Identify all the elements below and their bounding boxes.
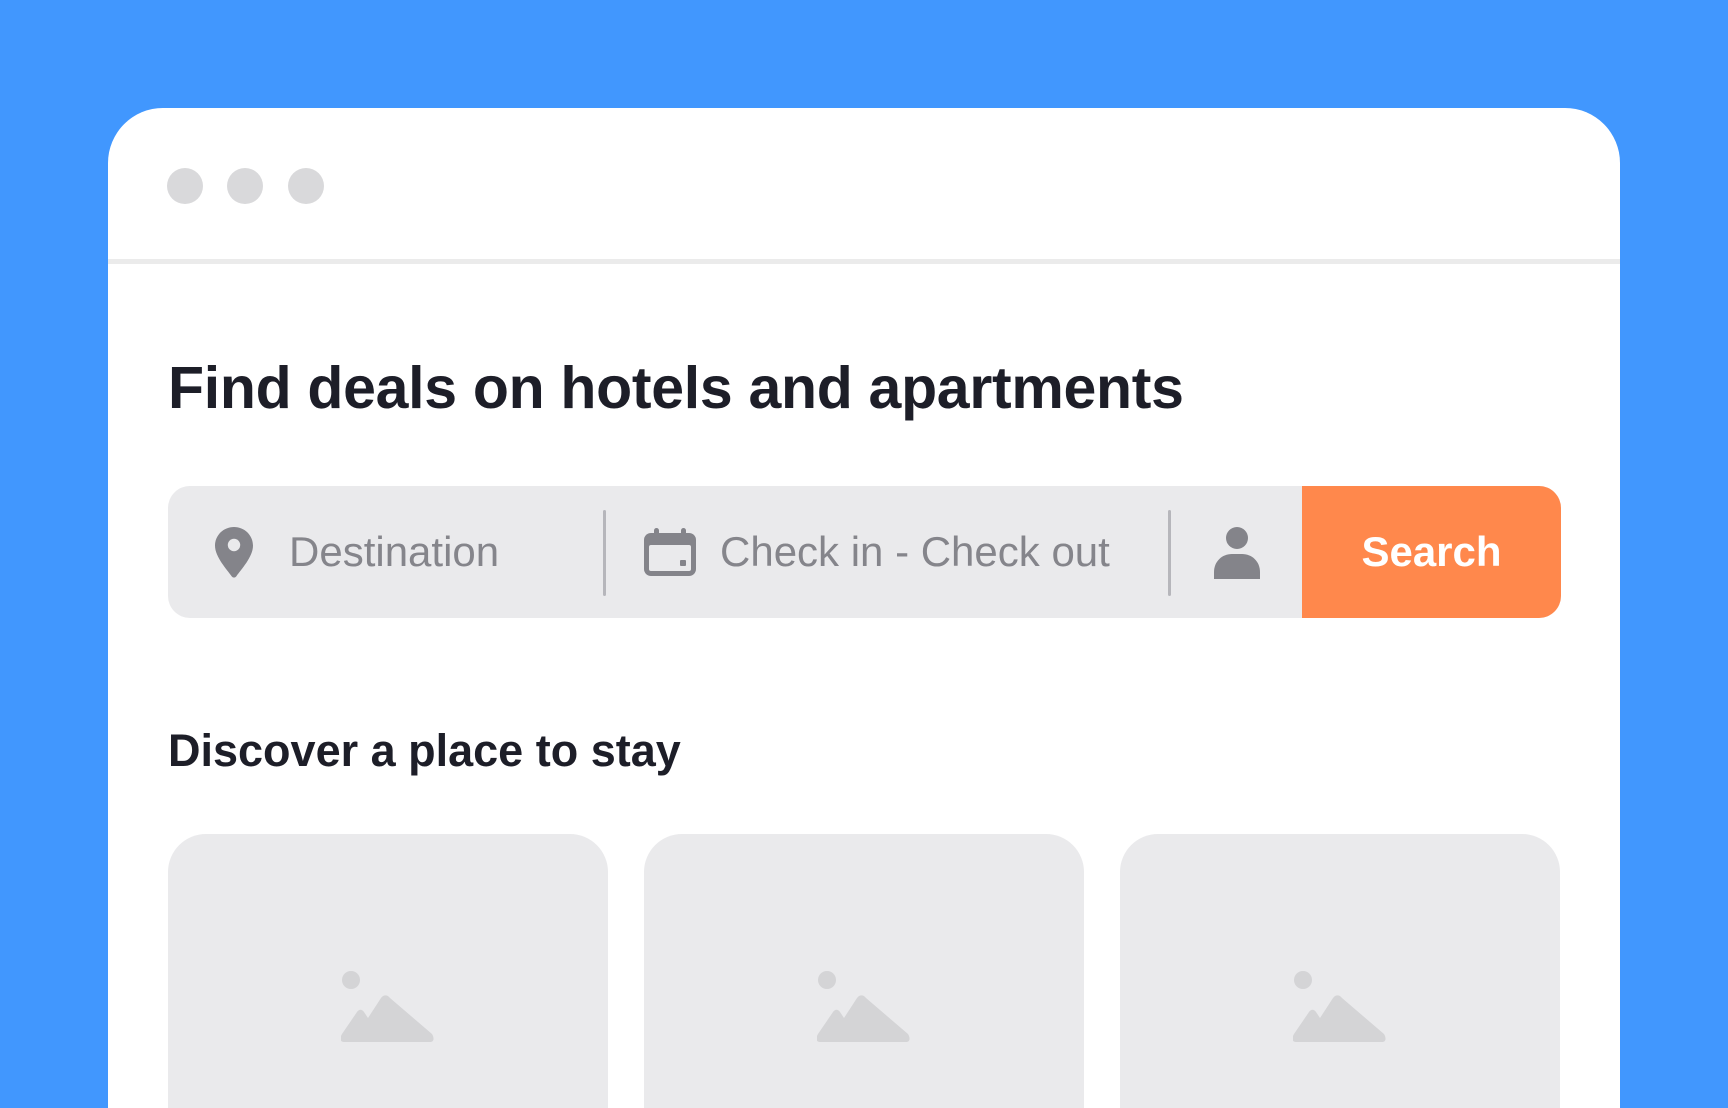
calendar-icon [644, 528, 696, 576]
page-title: Find deals on hotels and apartments [168, 355, 1184, 421]
destination-field[interactable]: Destination [168, 486, 604, 618]
window-dot-3[interactable] [288, 168, 324, 204]
person-icon [1214, 527, 1260, 579]
place-card[interactable] [1120, 834, 1560, 1108]
search-bar: Destination Check in - Check out Search [168, 486, 1561, 618]
image-placeholder-icon [817, 971, 910, 1042]
place-card[interactable] [168, 834, 608, 1108]
dates-field[interactable]: Check in - Check out [606, 486, 1170, 618]
destination-input[interactable]: Destination [289, 531, 499, 573]
location-pin-icon [215, 527, 253, 578]
field-divider [1168, 510, 1171, 596]
section-title: Discover a place to stay [168, 725, 681, 776]
image-placeholder-icon [341, 971, 434, 1042]
guests-field[interactable] [1172, 486, 1303, 618]
image-placeholder-icon [1293, 971, 1386, 1042]
dates-input[interactable]: Check in - Check out [720, 531, 1110, 573]
window-titlebar [108, 108, 1620, 264]
browser-window: Find deals on hotels and apartments Dest… [108, 108, 1620, 1108]
window-dot-2[interactable] [227, 168, 263, 204]
place-card[interactable] [644, 834, 1084, 1108]
window-dot-1[interactable] [167, 168, 203, 204]
search-button[interactable]: Search [1302, 486, 1561, 618]
